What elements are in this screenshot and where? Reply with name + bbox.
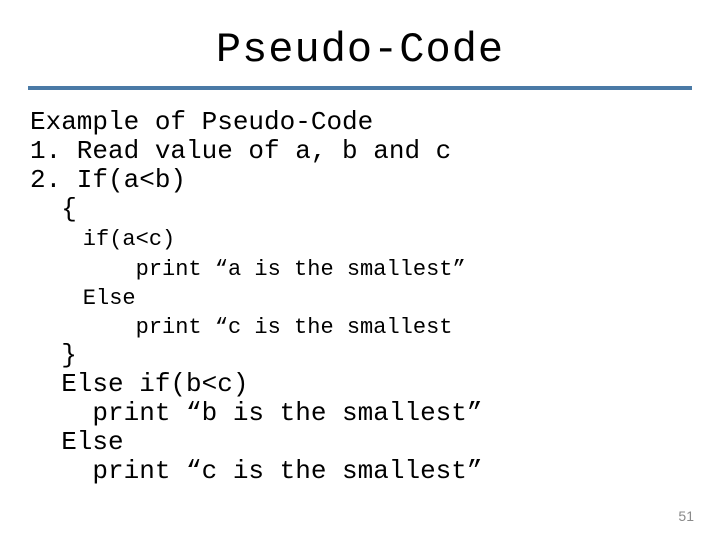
line-1: 1. Read value of a, b and c (30, 136, 451, 166)
page-number: 51 (678, 508, 694, 524)
line-brace-close: } (30, 340, 77, 370)
slide: Pseudo-Code Example of Pseudo-Code 1. Re… (0, 0, 720, 540)
line-brace-open: { (30, 194, 77, 224)
line-if-ac: if(a<c) (30, 227, 175, 252)
line-else-2: Else (30, 427, 124, 457)
line-example: Example of Pseudo-Code (30, 107, 373, 137)
line-print-b: print “b is the smallest” (30, 398, 482, 428)
line-print-c1: print “c is the smallest (30, 315, 452, 340)
line-print-a: print “a is the smallest” (30, 257, 466, 282)
line-2: 2. If(a<b) (30, 165, 186, 195)
line-elseif: Else if(b<c) (30, 369, 248, 399)
line-print-c2: print “c is the smallest” (30, 456, 482, 486)
line-else-1: Else (30, 286, 136, 311)
slide-title: Pseudo-Code (0, 0, 720, 86)
title-underline (28, 86, 692, 90)
slide-body: Example of Pseudo-Code 1. Read value of … (0, 108, 720, 486)
